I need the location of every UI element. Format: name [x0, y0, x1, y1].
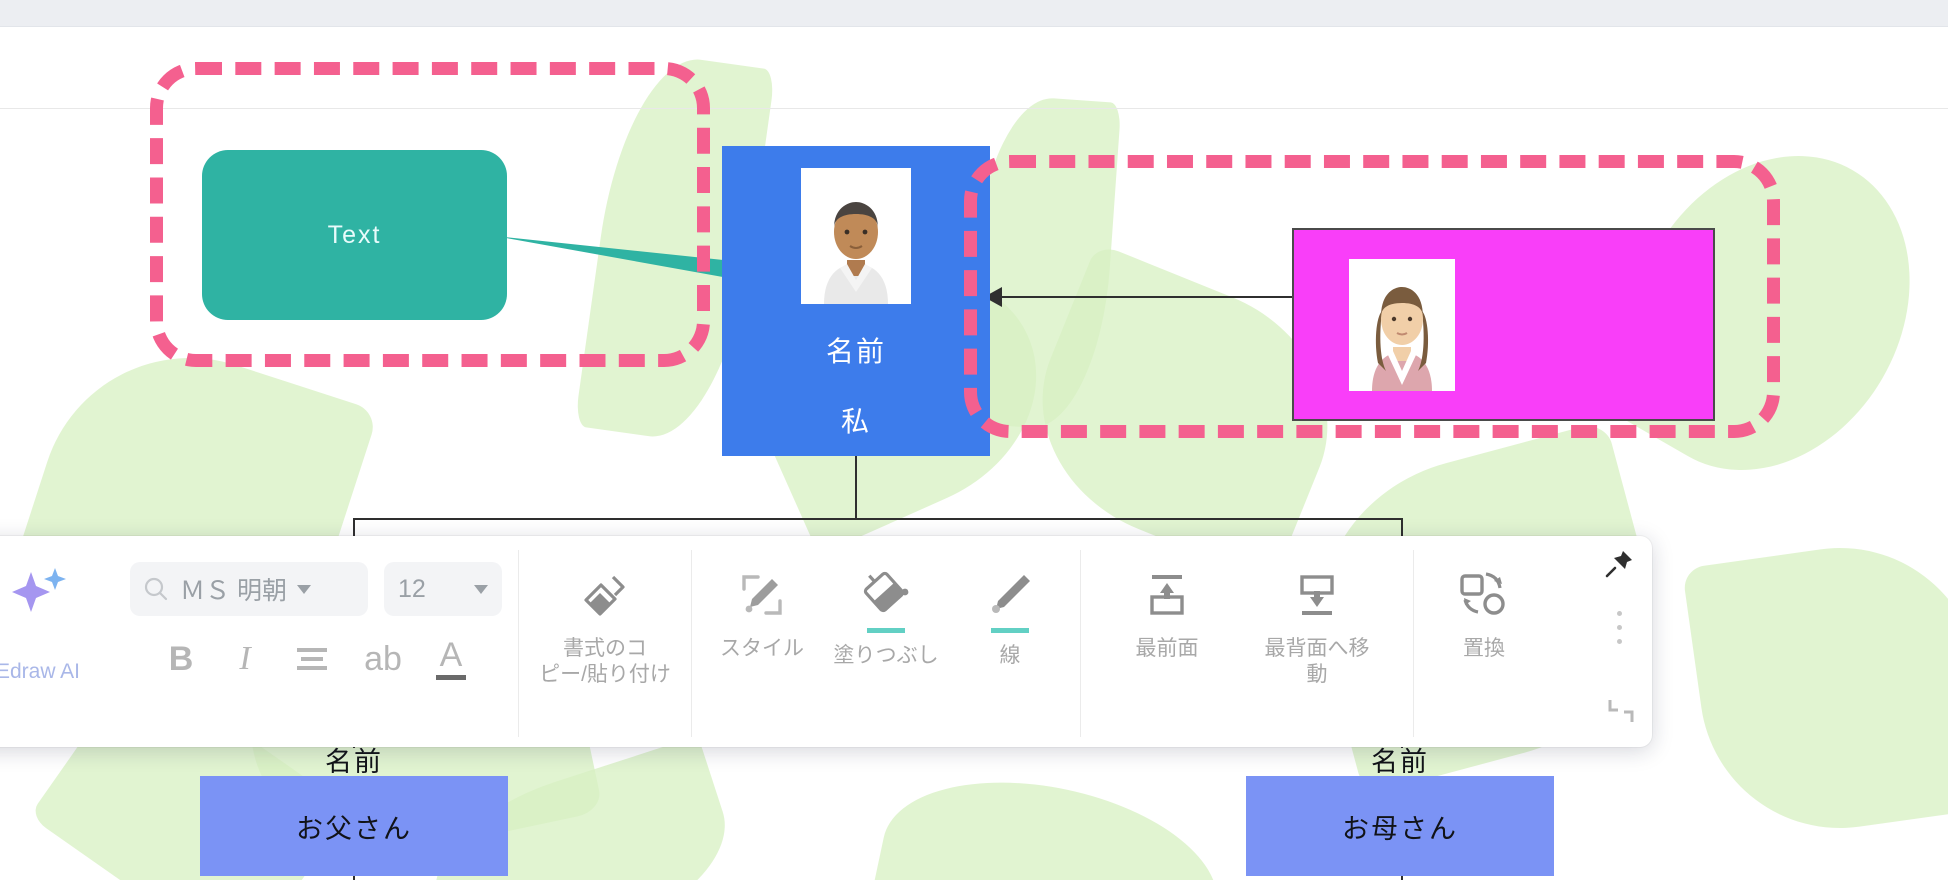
- align-icon: [297, 648, 328, 670]
- pin-icon[interactable]: [1603, 548, 1635, 585]
- fill-button[interactable]: 塗りつぶし: [816, 550, 956, 669]
- leaf-decoration: [866, 754, 1234, 880]
- italic-button[interactable]: I: [230, 642, 260, 676]
- fill-color-swatch: [867, 628, 905, 633]
- toolbar-group-font: ＭＳ 明朝 12 B I ab A: [114, 550, 518, 737]
- node-father[interactable]: 名前 お父さん: [200, 747, 508, 876]
- font-color-button[interactable]: A: [435, 636, 466, 680]
- font-color-swatch: [435, 675, 466, 680]
- send-to-back-label: 最背面へ移 動: [1264, 637, 1370, 687]
- font-color-letter: A: [439, 636, 463, 674]
- align-button[interactable]: [294, 644, 330, 674]
- node-mother-label: お母さん: [1342, 813, 1458, 844]
- search-icon: [144, 577, 168, 601]
- send-back-icon: [1290, 564, 1344, 626]
- app-root: Text 名前 私 名前 お父さん 名前 お母さん Edraw AI ＭＳ 明朝…: [0, 0, 1948, 880]
- line-label: 線: [999, 644, 1021, 667]
- line-button[interactable]: 線: [956, 550, 1064, 669]
- format-painter-button[interactable]: 書式のコ ピー/貼り付け: [535, 550, 675, 689]
- connector-father-down: [353, 876, 355, 880]
- toolbar-group-appearance: スタイル 塗りつぶし 線: [691, 550, 1080, 737]
- format-toolbar[interactable]: Edraw AI ＭＳ 明朝 12 B I ab A 書式のコ ピー/貼り付け …: [0, 536, 1652, 747]
- font-family-value: ＭＳ 明朝: [180, 577, 287, 605]
- fill-bucket-icon: [858, 564, 914, 626]
- style-label: スタイル: [720, 637, 804, 660]
- toolbar-group-ai: Edraw AI: [0, 550, 114, 737]
- connector-horizontal: [353, 518, 1403, 520]
- edraw-ai-label: Edraw AI: [0, 660, 81, 683]
- line-color-swatch: [991, 628, 1029, 633]
- edraw-ai-button[interactable]: Edraw AI: [0, 550, 98, 684]
- style-button[interactable]: スタイル: [708, 550, 816, 662]
- node-me[interactable]: 名前 私: [722, 146, 990, 456]
- line-pen-icon: [984, 564, 1036, 626]
- annotation-highlight-right: [964, 155, 1780, 438]
- chevron-down-icon: [474, 584, 488, 594]
- annotation-highlight-left: [150, 62, 710, 367]
- text-case-button[interactable]: ab: [364, 642, 402, 676]
- node-mother[interactable]: 名前 お母さん: [1246, 747, 1554, 876]
- resize-corner-icon[interactable]: [1606, 696, 1636, 731]
- replace-icon: [1456, 564, 1512, 626]
- font-family-select[interactable]: ＭＳ 明朝: [130, 562, 368, 616]
- bring-front-icon: [1140, 564, 1194, 626]
- paint-brush-icon: [577, 564, 633, 626]
- connector-mother-down: [1401, 876, 1403, 880]
- bring-to-front-label: 最前面: [1135, 637, 1199, 660]
- more-vertical-icon[interactable]: [1616, 611, 1622, 644]
- font-size-select[interactable]: 12: [384, 562, 502, 616]
- chevron-down-icon: [296, 584, 311, 594]
- sparkle-icon: [12, 568, 66, 612]
- toolbar-group-arrange: 最前面 最背面へ移 動: [1080, 550, 1413, 737]
- node-father-label: お父さん: [296, 813, 412, 844]
- bold-button[interactable]: B: [166, 642, 196, 676]
- fill-label: 塗りつぶし: [833, 644, 939, 667]
- style-icon: [736, 564, 788, 626]
- replace-button[interactable]: 置換: [1430, 550, 1538, 662]
- window-topbar: [0, 0, 1948, 27]
- man-photo-icon: [806, 180, 906, 304]
- node-me-subtitle: 私: [840, 406, 871, 437]
- font-size-value: 12: [398, 574, 426, 603]
- replace-label: 置換: [1463, 637, 1505, 660]
- avatar: [801, 168, 911, 304]
- format-painter-label: 書式のコ ピー/貼り付け: [539, 637, 671, 687]
- leaf-decoration: [1681, 529, 1948, 847]
- node-me-title: 名前: [825, 336, 886, 367]
- bring-to-front-button[interactable]: 最前面: [1097, 550, 1237, 662]
- toolbar-group-replace: 置換: [1413, 550, 1554, 737]
- toolbar-dock: [1602, 536, 1636, 747]
- send-to-back-button[interactable]: 最背面へ移 動: [1237, 550, 1397, 689]
- toolbar-group-painter: 書式のコ ピー/貼り付け: [518, 550, 691, 737]
